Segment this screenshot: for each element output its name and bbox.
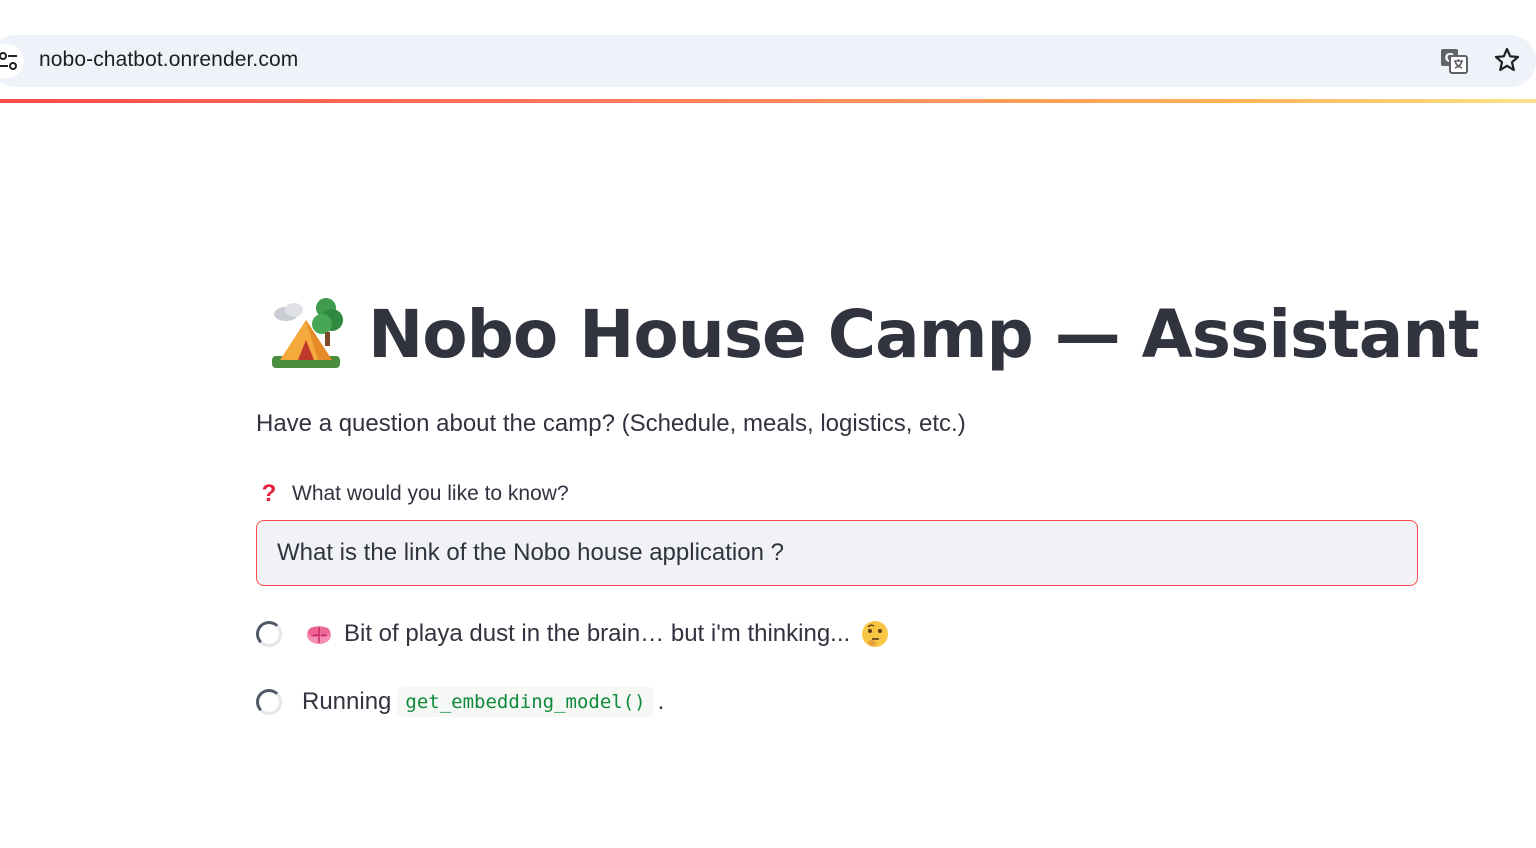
question-label: What would you like to know? <box>292 482 569 505</box>
question-input[interactable] <box>256 520 1418 586</box>
bookmark-star-icon[interactable] <box>1493 46 1521 74</box>
page-title: Nobo House Camp — Assistant <box>368 295 1480 373</box>
thinking-status: Bit of playa dust in the brain… but i'm … <box>256 614 890 654</box>
running-status: Running get_embedding_model() . <box>256 682 664 722</box>
camping-tent-icon <box>272 298 343 368</box>
browser-toolbar: nobo-chatbot.onrender.com G <box>0 0 1536 103</box>
loading-spinner-icon <box>256 689 282 715</box>
thinking-text: Bit of playa dust in the brain… but i'm … <box>344 620 851 647</box>
page-title-row: Nobo House Camp — Assistant <box>266 294 1480 374</box>
loading-spinner-icon <box>256 621 282 647</box>
thinking-face-icon <box>862 621 889 647</box>
brain-icon <box>307 626 331 644</box>
app-decoration-bar <box>0 99 1536 103</box>
url-text[interactable]: nobo-chatbot.onrender.com <box>39 46 298 74</box>
running-suffix: . <box>657 688 665 715</box>
running-function-code: get_embedding_model() <box>397 687 654 717</box>
running-label: Running <box>302 688 392 715</box>
page-subtitle: Have a question about the camp? (Schedul… <box>256 410 966 437</box>
question-label-row: ? What would you like to know? <box>258 480 569 508</box>
site-info-icon <box>0 52 17 70</box>
main-container: Nobo House Camp — Assistant Have a quest… <box>256 104 1480 848</box>
translate-icon[interactable]: G <box>1439 46 1469 76</box>
question-mark-icon: ? <box>261 480 277 507</box>
